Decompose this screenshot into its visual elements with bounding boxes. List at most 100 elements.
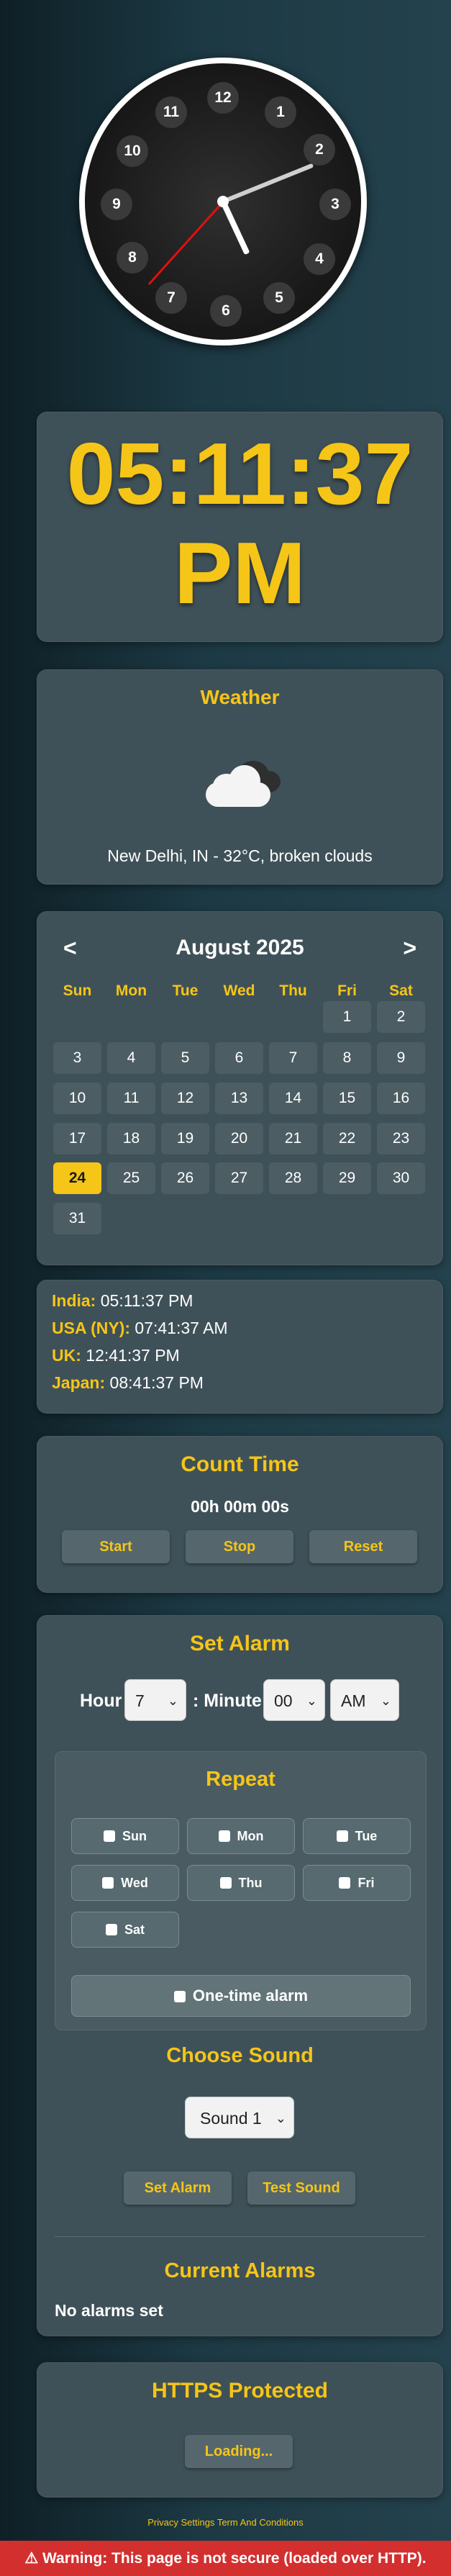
calendar-day[interactable]: 21 <box>269 1123 317 1154</box>
world-time-value: 12:41:37 PM <box>86 1346 180 1365</box>
sound-select[interactable]: Sound 1 ⌄ <box>185 2097 294 2138</box>
calendar-day[interactable]: 3 <box>53 1042 101 1074</box>
calendar-day[interactable]: 1 <box>323 1001 371 1033</box>
footer-links: Privacy Settings Term And Conditions <box>0 2517 451 2528</box>
calendar-day[interactable]: 5 <box>161 1042 209 1074</box>
calendar-day[interactable]: 15 <box>323 1083 371 1114</box>
alarm-card: Set Alarm Hour 7 ⌄ : Minute 00 ⌄ AM ⌄ Re… <box>37 1615 443 2336</box>
calendar-day[interactable]: 27 <box>215 1162 263 1194</box>
world-time-city: UK: <box>52 1346 81 1365</box>
calendar-day[interactable]: 25 <box>107 1162 155 1194</box>
weather-card: Weather New Delhi, IN - 32°C, broken clo… <box>37 669 443 885</box>
terms-link[interactable]: Term And Conditions <box>217 2517 304 2528</box>
calendar-day[interactable]: 24 <box>53 1162 101 1194</box>
calendar-day[interactable]: 7 <box>269 1042 317 1074</box>
next-month-button[interactable]: > <box>403 932 416 964</box>
calendar-month-label: August 2025 <box>176 936 304 959</box>
calendar-day[interactable]: 12 <box>161 1083 209 1114</box>
weather-title: Weather <box>200 686 280 708</box>
checkbox[interactable] <box>173 1991 186 2002</box>
calendar-day[interactable]: 29 <box>323 1162 371 1194</box>
weather-description: New Delhi, IN - 32°C, broken clouds <box>107 846 373 865</box>
calendar-day[interactable]: 2 <box>377 1001 425 1033</box>
current-alarms-title: Current Alarms <box>164 2259 316 2282</box>
set-alarm-button[interactable]: Set Alarm <box>124 2171 232 2205</box>
calendar-day[interactable]: 11 <box>107 1083 155 1114</box>
clock-number: 3 <box>319 189 351 220</box>
checkbox[interactable] <box>219 1877 232 1889</box>
period-select[interactable]: AM ⌄ <box>330 1679 399 1721</box>
calendar-day[interactable]: 4 <box>107 1042 155 1074</box>
world-time-city: USA (NY): <box>52 1319 131 1337</box>
calendar-day[interactable]: 18 <box>107 1123 155 1154</box>
repeat-panel: Repeat Sun Mon Tue Wed Thu Fri Sat One-t… <box>55 1751 427 2030</box>
calendar-day[interactable]: 28 <box>269 1162 317 1194</box>
https-status-button[interactable]: Loading... <box>185 2435 293 2468</box>
calendar-day[interactable]: 26 <box>161 1162 209 1194</box>
repeat-day-label: Thu <box>238 1876 263 1890</box>
weekday-header: Sun <box>63 982 92 999</box>
calendar-day[interactable]: 6 <box>215 1042 263 1074</box>
hour-label: Hour <box>80 1691 122 1711</box>
calendar-day[interactable]: 20 <box>215 1123 263 1154</box>
repeat-day-label: Sat <box>124 1922 145 1937</box>
one-time-alarm-option[interactable]: One-time alarm <box>71 1975 411 2017</box>
privacy-settings-link[interactable]: Privacy Settings <box>147 2517 214 2528</box>
start-button[interactable]: Start <box>62 1530 170 1563</box>
calendar-day[interactable]: 19 <box>161 1123 209 1154</box>
calendar-day[interactable]: 14 <box>269 1083 317 1114</box>
calendar-day[interactable]: 17 <box>53 1123 101 1154</box>
world-time-row: Japan: 08:41:37 PM <box>52 1371 204 1394</box>
one-time-alarm-label: One-time alarm <box>192 1987 309 2005</box>
checkbox[interactable] <box>218 1830 230 1842</box>
world-time-value: 08:41:37 PM <box>109 1373 204 1392</box>
calendar-day[interactable]: 13 <box>215 1083 263 1114</box>
world-time-value: 07:41:37 AM <box>135 1319 228 1337</box>
checkbox[interactable] <box>104 1830 115 1842</box>
calendar-day[interactable]: 23 <box>377 1123 425 1154</box>
calendar-day[interactable]: 31 <box>53 1203 101 1234</box>
clock-center <box>217 196 229 207</box>
world-time-row: India: 05:11:37 PM <box>52 1289 193 1312</box>
clock-number: 4 <box>304 243 335 275</box>
world-time-city: India: <box>52 1291 96 1310</box>
repeat-day-sun[interactable]: Sun <box>71 1818 179 1854</box>
test-sound-button[interactable]: Test Sound <box>247 2171 355 2205</box>
checkbox[interactable] <box>105 1924 117 1935</box>
hour-select[interactable]: 7 ⌄ <box>124 1679 186 1721</box>
repeat-day-wed[interactable]: Wed <box>71 1865 179 1901</box>
stop-button[interactable]: Stop <box>186 1530 293 1563</box>
clock-number: 8 <box>117 242 148 274</box>
checkbox[interactable] <box>336 1830 348 1842</box>
checkbox[interactable] <box>339 1877 351 1889</box>
chevron-down-icon: ⌄ <box>167 1694 178 1708</box>
repeat-day-thu[interactable]: Thu <box>187 1865 295 1901</box>
stopwatch-display: 00h 00m 00s <box>191 1497 289 1516</box>
count-time-card: Count Time 00h 00m 00s Start Stop Reset <box>37 1436 443 1593</box>
repeat-day-label: Mon <box>237 1829 264 1843</box>
chevron-down-icon: ⌄ <box>306 1694 317 1708</box>
calendar-day[interactable]: 16 <box>377 1083 425 1114</box>
calendar-day[interactable]: 30 <box>377 1162 425 1194</box>
calendar-day[interactable]: 9 <box>377 1042 425 1074</box>
world-time-row: UK: 12:41:37 PM <box>52 1344 180 1367</box>
minute-select[interactable]: 00 ⌄ <box>263 1679 325 1721</box>
no-alarms-text: No alarms set <box>55 2301 163 2320</box>
repeat-day-tue[interactable]: Tue <box>303 1818 411 1854</box>
clock-number: 7 <box>155 282 187 314</box>
calendar-day[interactable]: 10 <box>53 1083 101 1114</box>
world-time-row: USA (NY): 07:41:37 AM <box>52 1316 228 1339</box>
repeat-day-fri[interactable]: Fri <box>303 1865 411 1901</box>
calendar-card: August 2025 < > Sun Mon Tue Wed Thu Fri Sat 1 2 3… <box>37 911 443 1265</box>
clock-number: 12 <box>207 82 239 114</box>
repeat-day-mon[interactable]: Mon <box>187 1818 295 1854</box>
repeat-day-sat[interactable]: Sat <box>71 1912 179 1948</box>
checkbox[interactable] <box>102 1877 114 1889</box>
hour-select-value: 7 <box>135 1691 145 1710</box>
prev-month-button[interactable]: < <box>63 932 77 964</box>
calendar-day[interactable]: 22 <box>323 1123 371 1154</box>
reset-button[interactable]: Reset <box>309 1530 417 1563</box>
calendar-day[interactable]: 8 <box>323 1042 371 1074</box>
insecure-warning-banner: ⚠ Warning: This page is not secure (load… <box>0 2541 451 2576</box>
clock-number: 9 <box>101 189 132 220</box>
